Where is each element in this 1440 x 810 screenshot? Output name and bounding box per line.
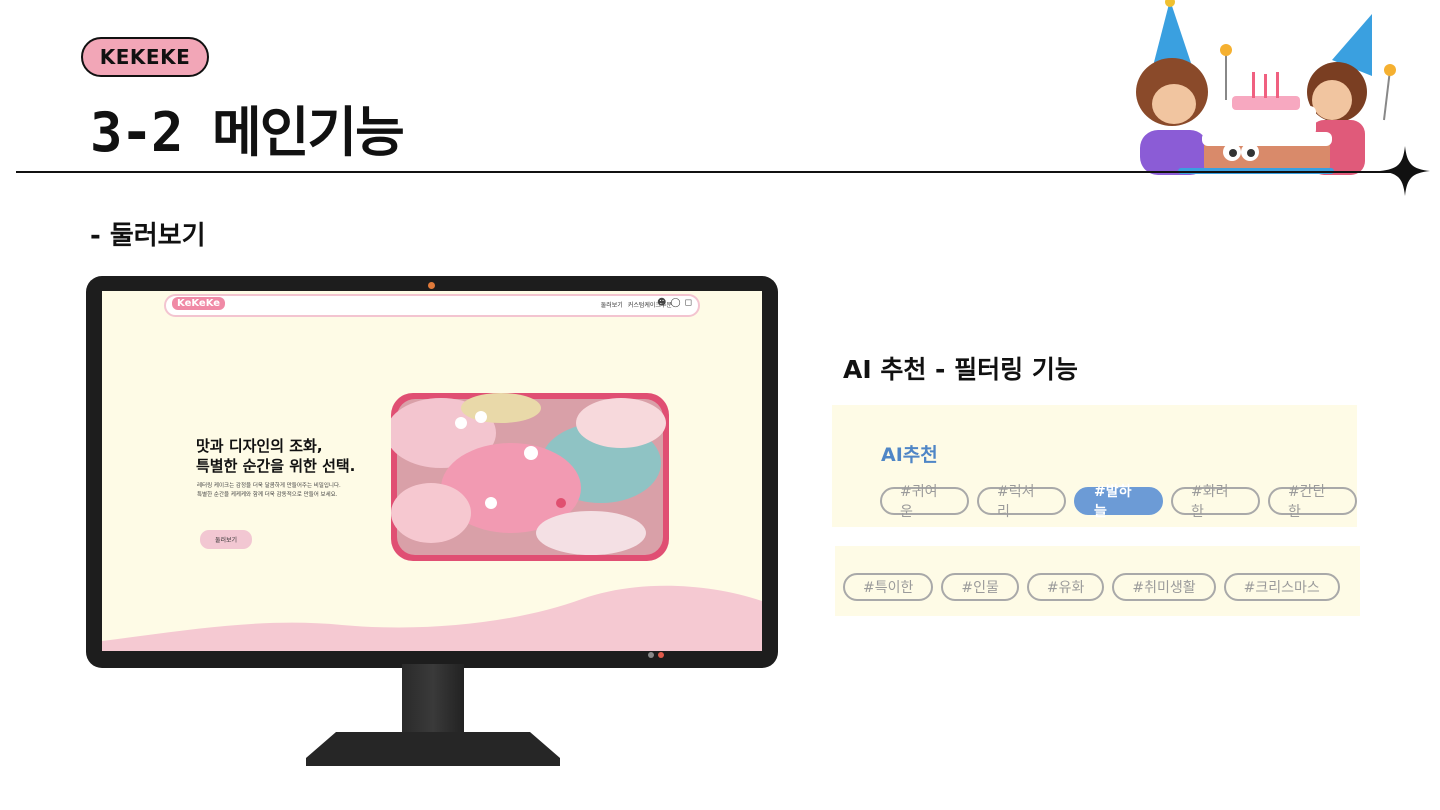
website-screen: KeKeKe 둘러보기 커스텀케이크주문 ☻ ◯ ◻ 맛과 디자인의 조화, 특… — [102, 291, 762, 651]
ai-recommend-panel: AI추천 #귀여운 #럭셔리 #발하늘 #화려한 #간단한 — [832, 405, 1357, 527]
site-nav-browse[interactable]: 둘러보기 — [601, 300, 623, 309]
header-divider — [16, 171, 1396, 173]
section-label: - 둘러보기 — [90, 221, 206, 251]
user-icon[interactable]: ☻ — [657, 298, 666, 308]
monitor-indicator-lights — [648, 652, 664, 658]
hero-title: 맛과 디자인의 조화, 특별한 순간을 위한 선택. — [196, 436, 355, 476]
hero-title-line2: 특별한 순간을 위한 선택. — [196, 457, 356, 475]
party-illustration — [1136, 0, 1396, 175]
hero-description: 레터링 케이크는 감정을 더욱 달콤하게 만들어주는 비밀입니다. 특별한 순간… — [197, 482, 341, 500]
tag-panel-secondary: #특이한 #인물 #유화 #취미생활 #크리스마스 — [835, 546, 1360, 616]
ai-feature-title: AI 추천 - 필터링 기능 — [843, 355, 1078, 384]
tag-hobby[interactable]: #취미생활 — [1112, 573, 1216, 601]
hero-browse-button[interactable]: 둘러보기 — [200, 530, 252, 549]
hero-desc-line1: 레터링 케이크는 감정을 더욱 달콤하게 만들어주는 비밀입니다. — [197, 483, 341, 489]
tag-luxury[interactable]: #럭셔리 — [977, 484, 1066, 520]
hero-desc-line2: 특별한 순간을 케케케와 함께 더욱 감동적으로 만들어 보세요. — [197, 492, 338, 498]
monitor-stand-base — [306, 732, 560, 766]
tag-oil-painting[interactable]: #유화 — [1026, 573, 1105, 601]
hero-title-line1: 맛과 디자인의 조화, — [196, 437, 323, 455]
tag-night-sky[interactable]: #발하늘 — [1074, 484, 1163, 520]
site-navbar: KeKeKe 둘러보기 커스텀케이크주문 ☻ ◯ ◻ — [164, 294, 700, 317]
page-title: 3-2 메인기능 — [90, 101, 405, 164]
tag-christmas[interactable]: #크리스마스 — [1223, 573, 1340, 601]
chat-icon[interactable]: ◯ — [670, 298, 680, 308]
tag-unique[interactable]: #특이한 — [843, 573, 934, 601]
tag-cute[interactable]: #귀여운 — [880, 484, 969, 520]
site-logo[interactable]: KeKeKe — [172, 297, 226, 310]
tag-person[interactable]: #인물 — [941, 573, 1019, 601]
bell-icon[interactable]: ◻ — [685, 298, 692, 308]
monitor-mockup: KeKeKe 둘러보기 커스텀케이크주문 ☻ ◯ ◻ 맛과 디자인의 조화, 특… — [86, 276, 778, 668]
hero-cake-image — [391, 393, 669, 561]
footer-wave — [102, 585, 762, 651]
tag-fancy[interactable]: #화려한 — [1171, 484, 1260, 520]
brand-badge: KEKEKE — [81, 37, 209, 77]
webcam-dot — [428, 282, 435, 289]
sparkle-icon — [1380, 146, 1430, 196]
tag-simple[interactable]: #간단한 — [1268, 484, 1357, 520]
ai-recommend-label: AI추천 — [881, 444, 938, 466]
